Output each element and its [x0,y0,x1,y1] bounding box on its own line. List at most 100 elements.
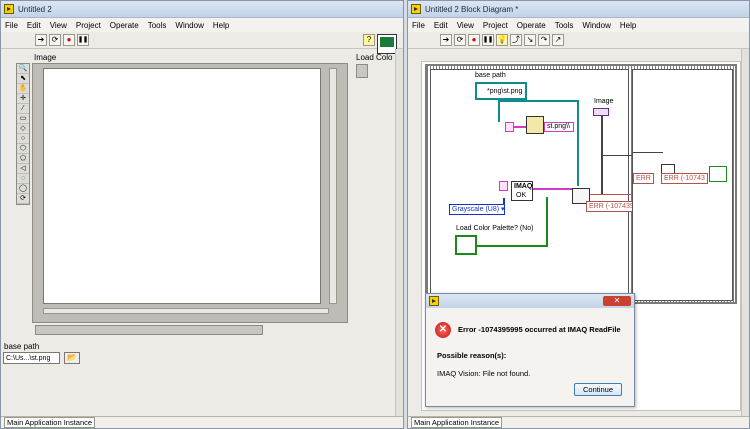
build-path-function-icon[interactable] [526,116,544,134]
st-png-constant[interactable]: st.png\\ [544,122,574,132]
run-continuously-icon[interactable]: ⟳ [49,34,61,46]
front-panel-title: Untitled 2 [18,4,52,14]
application-instance-label: Main Application Instance [411,417,503,428]
image-canvas[interactable] [43,68,321,304]
oval-tool-icon[interactable]: ○ [17,134,29,144]
application-instance-label: Main Application Instance [4,417,96,428]
load-color-control-label: Load Colo [356,53,393,62]
load-color-switch[interactable] [356,64,368,78]
front-panel-statusbar: Main Application Instance [1,416,403,428]
context-help-icon[interactable]: ? [363,34,375,46]
rotate-tool-icon[interactable]: ⟳ [17,194,29,204]
pan-tool-icon[interactable]: ✋ [17,84,29,94]
image-type-enum[interactable]: Grayscale (U8) ▾ [449,204,505,215]
create-image-icon[interactable] [505,122,514,132]
menu-project[interactable]: Project [76,21,101,30]
block-diagram-titlebar: Untitled 2 Block Diagram * [408,1,749,18]
zoom-tool-icon[interactable]: 🔍 [17,64,29,74]
error-short-2[interactable]: ERR (-10743 [661,173,708,184]
freehand-tool-icon[interactable]: ◌ [17,174,29,184]
front-panel-toolbar: ➔ ⟳ ● ❚❚ ? [1,32,403,54]
menu-view[interactable]: View [50,21,67,30]
sequence-frame-1: base path *png\st.png st.png\\ Image IMA… [430,69,655,301]
error-message: IMAQ Vision: File not found. [437,369,531,378]
annulus-tool-icon[interactable]: ◁ [17,164,29,174]
rectangle-tool-icon[interactable]: ▭ [17,114,29,124]
front-panel-titlebar: Untitled 2 [1,1,403,18]
image-info-bar [35,325,263,335]
menu-file[interactable]: File [412,21,425,30]
image-wire-right [601,155,632,156]
front-panel-menubar: File Edit View Project Operate Tools Win… [1,18,403,32]
menu-project[interactable]: Project [483,21,508,30]
continue-button[interactable]: Continue [574,383,622,396]
path-wire-1 [498,100,500,122]
front-panel-vertical-scrollbar[interactable] [395,49,403,417]
error-icon: ✕ [435,322,451,338]
menu-view[interactable]: View [457,21,474,30]
image-vertical-scrollbar[interactable] [329,68,337,304]
error-short-1-text: ERR [636,175,651,182]
menu-file[interactable]: File [5,21,18,30]
menu-window[interactable]: Window [582,21,610,30]
load-palette-label: Load Color Palette? (No) [456,225,534,232]
error-dialog: ✕ ✕ Error -1074395995 occurred at IMAQ R… [425,293,635,407]
labview-app-icon [429,296,439,306]
browse-folder-icon[interactable]: 📂 [64,352,80,364]
ok-text: OK [516,192,527,199]
pointer-tool-icon[interactable]: ⬉ [17,74,29,84]
menu-edit[interactable]: Edit [27,21,41,30]
close-icon[interactable]: ✕ [603,296,631,306]
vi-icon[interactable] [377,34,397,54]
polygon-tool-icon[interactable]: ⬡ [17,144,29,154]
st-png-text: st.png\\ [547,123,570,130]
error-short-1[interactable]: ERR [633,173,654,184]
image-control-label: Image [34,53,57,62]
abort-icon[interactable]: ● [468,34,480,46]
menu-help[interactable]: Help [213,21,229,30]
line-tool-icon[interactable]: ⁄ [17,104,29,114]
abort-icon[interactable]: ● [63,34,75,46]
run-arrow-icon[interactable]: ➔ [35,34,47,46]
base-path-input[interactable]: C:\Us...\st.png [3,352,60,364]
menu-help[interactable]: Help [620,21,636,30]
freehand-polygon-tool-icon[interactable]: ⬠ [17,154,29,164]
menu-operate[interactable]: Operate [517,21,546,30]
run-arrow-icon[interactable]: ➔ [440,34,452,46]
imaq-create-icon[interactable] [499,181,508,191]
block-diagram-vertical-scrollbar[interactable] [741,49,749,417]
run-continuously-icon[interactable]: ⟳ [454,34,466,46]
simple-error-handler[interactable] [709,166,727,182]
retain-wire-values-icon[interactable]: ⤴ [510,34,522,46]
step-into-icon[interactable]: ↘ [524,34,536,46]
menu-tools[interactable]: Tools [148,21,167,30]
step-over-icon[interactable]: ↷ [538,34,550,46]
base-path-terminal[interactable]: *png\st.png [475,82,527,100]
image-horizontal-scrollbar[interactable] [43,308,329,314]
labview-app-icon [411,4,421,14]
pause-icon[interactable]: ❚❚ [77,34,89,46]
step-out-icon[interactable]: ↗ [552,34,564,46]
image-wire-frame2 [633,152,663,153]
image-display [32,63,348,323]
image-indicator-terminal[interactable] [593,108,609,116]
labview-app-icon [4,4,14,14]
highlight-execution-icon[interactable]: 💡 [496,34,508,46]
error-dialog-titlebar: ✕ [426,294,634,308]
block-diagram-menubar: File Edit View Project Operate Tools Win… [408,18,749,32]
point-tool-icon[interactable]: ✛ [17,94,29,104]
menu-operate[interactable]: Operate [110,21,139,30]
circle-tool-icon[interactable]: ◯ [17,184,29,194]
base-path-label: base path [4,342,40,351]
imaq-create-function[interactable]: IMAQ OK [511,181,533,201]
front-panel-window: Untitled 2 File Edit View Project Operat… [0,0,404,429]
load-palette-terminal[interactable] [455,235,477,255]
rotated-rectangle-tool-icon[interactable]: ◇ [17,124,29,134]
menu-tools[interactable]: Tools [555,21,574,30]
sequence-frame-2: ERR ERR (-10743 [632,69,733,301]
imaq-name-wire [533,188,573,190]
menu-window[interactable]: Window [175,21,203,30]
image-type-value: Grayscale (U8) [452,206,500,213]
menu-edit[interactable]: Edit [434,21,448,30]
pause-icon[interactable]: ❚❚ [482,34,494,46]
